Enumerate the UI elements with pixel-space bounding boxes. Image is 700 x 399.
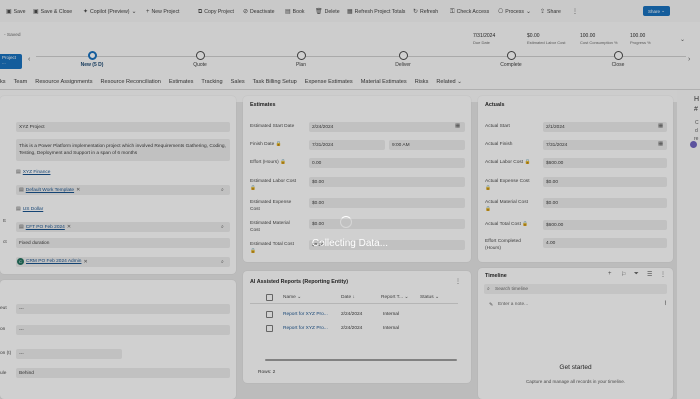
loading-overlay [0,0,700,399]
loading-spinner-icon [340,216,352,228]
loading-text: Collecting Data... [311,238,389,249]
